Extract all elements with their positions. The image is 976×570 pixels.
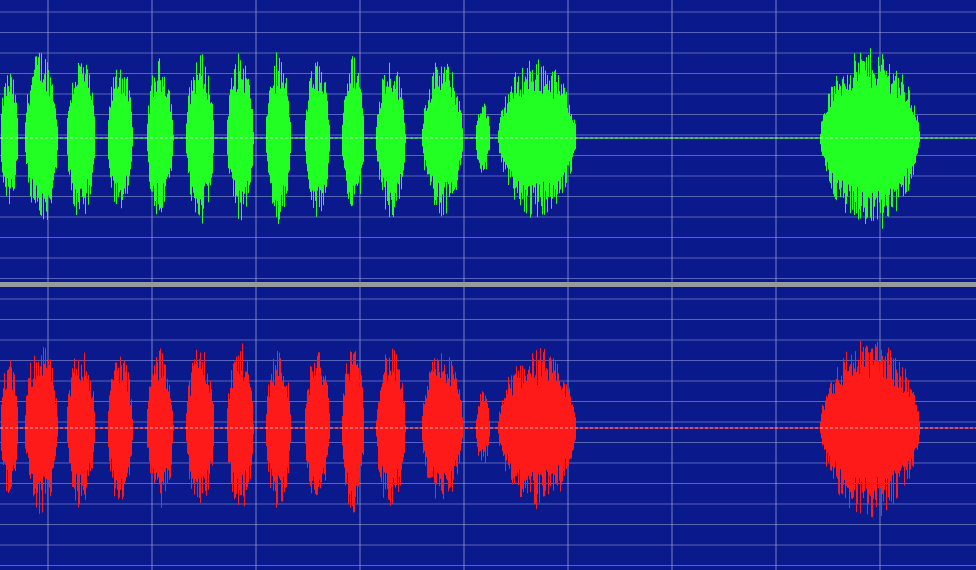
right-channel-track[interactable] xyxy=(0,287,976,570)
waveform-editor[interactable] xyxy=(0,0,976,570)
left-channel-track[interactable] xyxy=(0,0,976,282)
right-channel-waveform[interactable] xyxy=(0,287,976,570)
left-channel-waveform[interactable] xyxy=(0,0,976,282)
